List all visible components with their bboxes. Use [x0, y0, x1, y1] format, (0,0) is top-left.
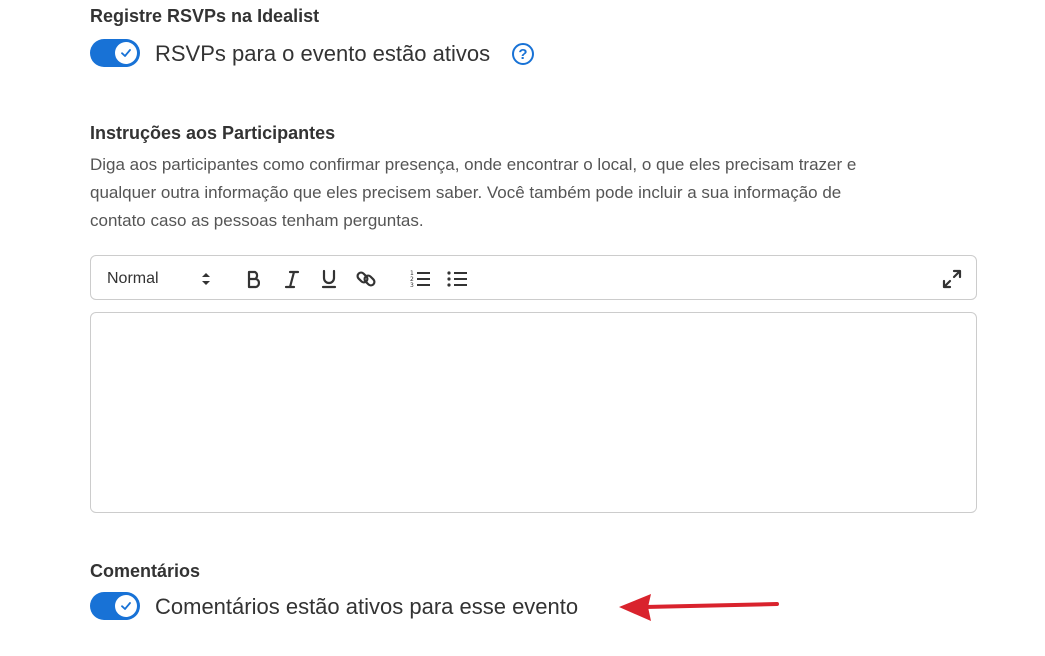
annotation-arrow — [619, 594, 779, 621]
format-select-value: Normal — [107, 269, 159, 287]
instructions-section-title: Instruções aos Participantes — [90, 123, 336, 143]
expand-icon — [942, 269, 962, 288]
help-icon[interactable]: ? — [512, 43, 534, 65]
checkmark-icon — [115, 42, 137, 64]
bold-icon — [247, 270, 260, 288]
updown-arrows-icon — [201, 271, 211, 292]
link-button[interactable] — [353, 256, 379, 301]
bullet-list-button[interactable] — [444, 256, 470, 301]
editor-toolbar: Normal 1 2 3 — [90, 255, 977, 300]
checkmark-icon — [115, 595, 137, 617]
underline-icon — [321, 269, 337, 288]
svg-text:3: 3 — [410, 282, 414, 289]
instructions-editor[interactable] — [90, 312, 977, 513]
italic-icon — [284, 270, 300, 288]
description-line: qualquer outra informação que eles preci… — [90, 183, 842, 202]
rsvp-toggle[interactable] — [90, 39, 140, 67]
description-line: contato caso as pessoas tenham perguntas… — [90, 211, 424, 230]
bullet-list-icon — [447, 270, 467, 287]
italic-button[interactable] — [279, 256, 305, 301]
comments-toggle-label: Comentários estão ativos para esse event… — [155, 594, 579, 619]
comments-section-title: Comentários — [90, 561, 201, 581]
instructions-description: Diga aos participantes como confirmar pr… — [90, 151, 950, 235]
description-line: Diga aos participantes como confirmar pr… — [90, 155, 857, 174]
ordered-list-icon: 1 2 3 — [410, 270, 430, 289]
underline-button[interactable] — [316, 256, 342, 301]
rsvp-toggle-label: RSVPs para o evento estão ativos — [155, 41, 491, 66]
comments-toggle[interactable] — [90, 592, 140, 620]
rsvp-section-title: Registre RSVPs na Idealist — [90, 6, 320, 26]
expand-button[interactable] — [939, 256, 965, 301]
format-select[interactable]: Normal — [107, 256, 217, 301]
link-icon — [356, 270, 376, 287]
bold-button[interactable] — [241, 256, 267, 301]
ordered-list-button[interactable]: 1 2 3 — [407, 256, 433, 301]
